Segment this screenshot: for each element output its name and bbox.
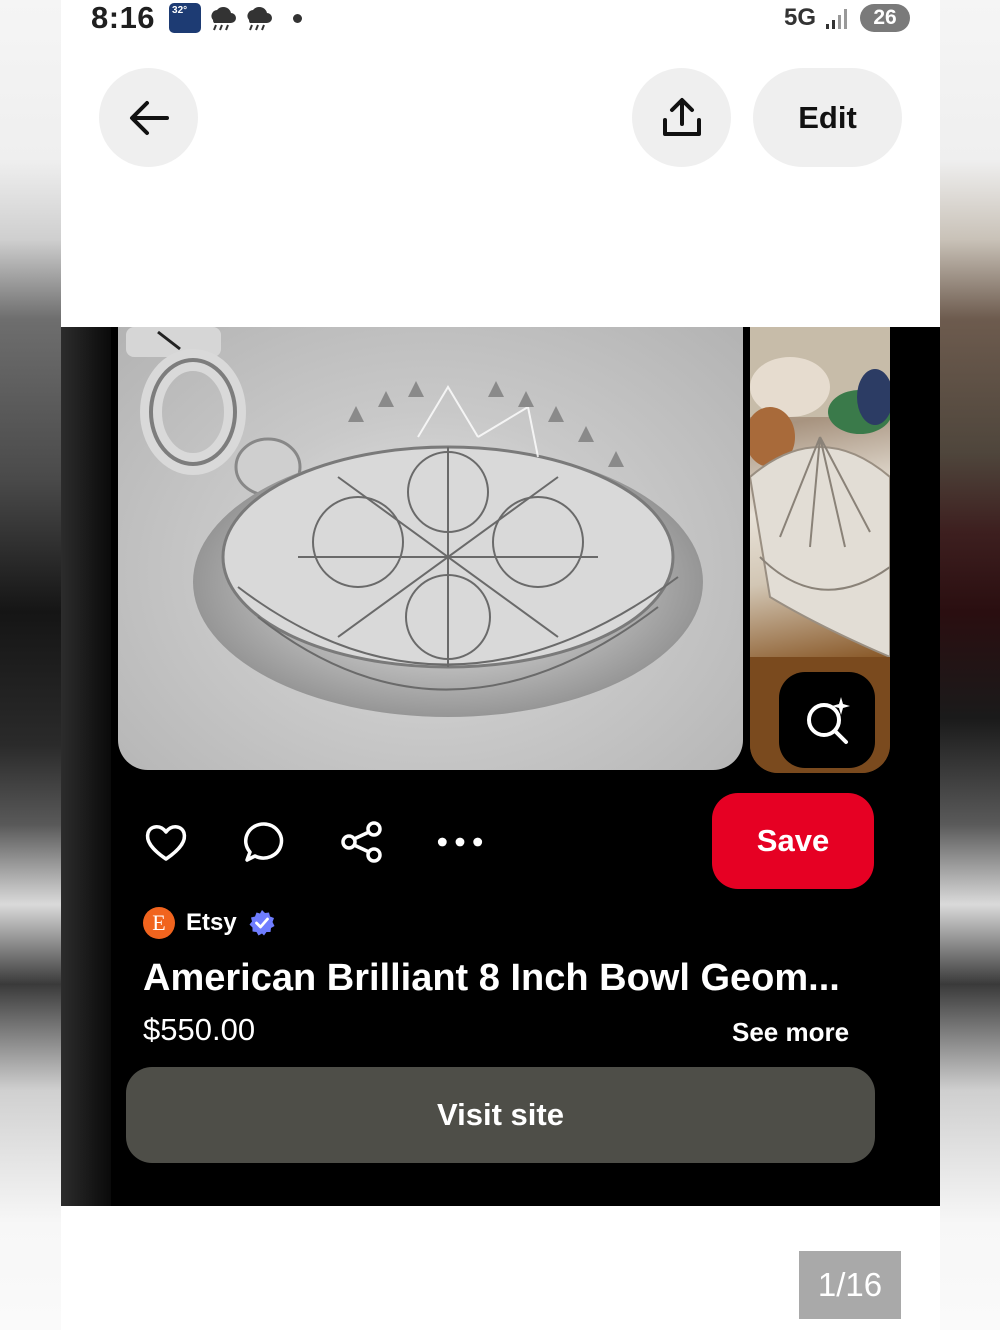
status-right: 5G 26	[784, 4, 910, 32]
etsy-logo-icon: E	[143, 907, 175, 939]
battery-level: 26	[860, 4, 910, 32]
pin-price: $550.00	[143, 1012, 256, 1047]
share-pin-button[interactable]	[339, 819, 385, 865]
crystal-bowl-image	[126, 327, 703, 717]
arrow-left-icon	[129, 100, 169, 135]
pin-actions	[143, 819, 483, 865]
like-button[interactable]	[143, 819, 189, 865]
source-name: Etsy	[186, 909, 237, 936]
more-options-button[interactable]	[437, 819, 483, 865]
rain-cloud-icon	[247, 6, 273, 31]
visual-search-sparkle-icon	[807, 697, 850, 744]
back-button[interactable]	[99, 68, 198, 167]
pin-image[interactable]	[118, 327, 743, 770]
upload-share-icon	[662, 97, 701, 136]
visit-site-button[interactable]: Visit site	[126, 1067, 875, 1163]
pin-source[interactable]: E Etsy	[143, 907, 276, 939]
phone-screen: 8:16 32° 5G 26 Edit Save E Etsy American…	[61, 0, 940, 1330]
save-button[interactable]: Save	[712, 793, 874, 889]
comment-button[interactable]	[241, 819, 287, 865]
pin-title[interactable]: American Brilliant 8 Inch Bowl Geom...	[143, 957, 863, 1000]
signal-icon	[826, 9, 847, 29]
weather-icon: 32°	[169, 3, 202, 33]
status-bar: 8:16 32° 5G 26	[61, 0, 940, 36]
verified-check-icon	[249, 910, 275, 936]
see-more-link[interactable]: See more	[732, 1017, 849, 1048]
share-button[interactable]	[632, 68, 731, 167]
visual-search-button[interactable]	[779, 672, 875, 768]
comment-icon	[244, 822, 284, 862]
share-icon	[341, 821, 382, 863]
edit-button[interactable]: Edit	[753, 68, 902, 167]
rain-cloud-icon	[211, 6, 237, 31]
blurred-background-left	[0, 0, 61, 1330]
notification-dot-icon	[293, 13, 303, 23]
pin-card: Save E Etsy American Brilliant 8 Inch Bo…	[61, 327, 940, 1206]
blurred-background-right	[939, 0, 1000, 1330]
heart-icon	[145, 825, 187, 861]
status-time: 8:16	[91, 0, 156, 35]
previous-pin-peek[interactable]	[61, 327, 111, 1206]
more-icon	[437, 837, 483, 847]
page-counter: 1/16	[799, 1251, 901, 1319]
network-type: 5G	[783, 4, 816, 31]
